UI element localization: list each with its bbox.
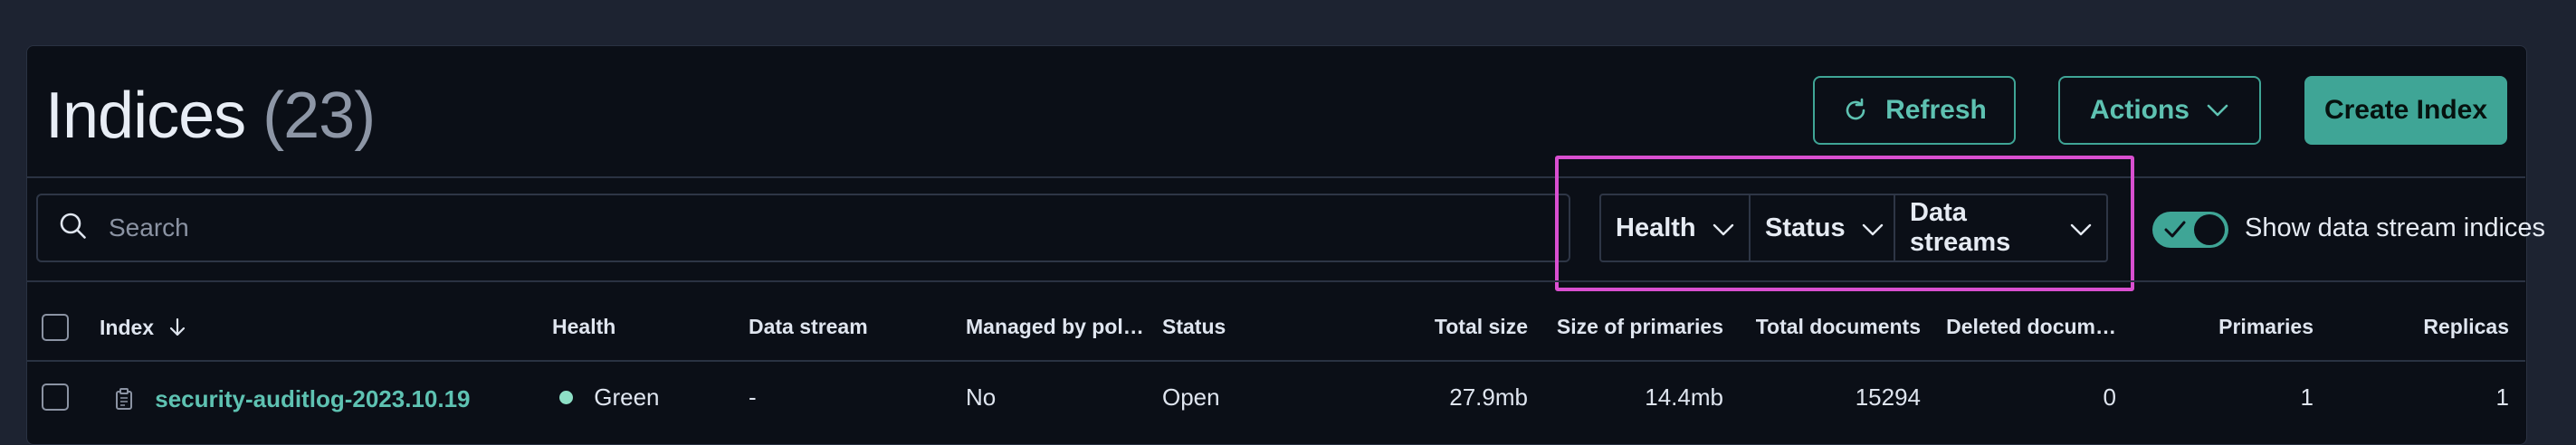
page-title: Indices (23)	[45, 80, 376, 152]
column-header-index[interactable]: Index	[100, 315, 186, 340]
index-name-link[interactable]: security-auditlog-2023.10.19	[155, 385, 470, 412]
column-header-total-documents[interactable]: Total documents	[1738, 315, 1921, 339]
primaries-cell: 1	[2300, 383, 2314, 411]
data-stream-cell: -	[749, 383, 757, 411]
column-header-primaries[interactable]: Primaries	[2132, 315, 2314, 339]
column-header-status[interactable]: Status	[1162, 315, 1226, 339]
deleted-documents-cell: 0	[2103, 383, 2116, 411]
refresh-button[interactable]: Refresh	[1813, 76, 2016, 145]
data-stream-toggle[interactable]	[2152, 212, 2228, 248]
status-cell: Open	[1162, 383, 1220, 411]
page-title-text: Indices	[45, 80, 246, 152]
refresh-label: Refresh	[1885, 95, 1987, 125]
refresh-icon	[1842, 97, 1869, 124]
divider	[26, 280, 2525, 282]
column-header-data-stream[interactable]: Data stream	[749, 315, 868, 339]
health-value: Green	[594, 383, 660, 411]
table-row: security-auditlog-2023.10.19	[114, 383, 471, 413]
column-header-total-size[interactable]: Total size	[1376, 315, 1528, 339]
toggle-knob	[2194, 214, 2225, 245]
total-documents-cell: 15294	[1855, 383, 1921, 411]
toggle-label: Show data stream indices	[2245, 213, 2546, 242]
divider	[26, 176, 2525, 178]
row-checkbox[interactable]	[42, 383, 69, 411]
total-size-cell: 27.9mb	[1449, 383, 1528, 411]
column-header-health[interactable]: Health	[552, 315, 615, 339]
search-placeholder: Search	[109, 213, 189, 241]
select-all-checkbox[interactable]	[42, 314, 69, 341]
create-index-button[interactable]: Create Index	[2304, 76, 2507, 145]
health-cell: Green	[559, 383, 660, 412]
column-header-managed[interactable]: Managed by pol…	[966, 315, 1144, 339]
divider	[26, 360, 2525, 362]
actions-button[interactable]: Actions	[2058, 76, 2261, 145]
index-count: (23)	[262, 80, 376, 152]
search-icon	[58, 211, 89, 246]
column-header-deleted-documents[interactable]: Deleted docum…	[1933, 315, 2116, 339]
document-icon	[114, 388, 140, 416]
search-input[interactable]: Search	[36, 194, 1570, 262]
column-header-size-of-primaries[interactable]: Size of primaries	[1544, 315, 1723, 339]
index-header-label: Index	[100, 316, 155, 339]
replicas-cell: 1	[2495, 383, 2509, 411]
actions-label: Actions	[2089, 95, 2190, 125]
column-header-replicas[interactable]: Replicas	[2330, 315, 2509, 339]
managed-cell: No	[966, 383, 997, 411]
chevron-down-icon	[2206, 103, 2229, 118]
size-of-primaries-cell: 14.4mb	[1645, 383, 1723, 411]
health-status-dot	[559, 390, 573, 404]
arrow-down-icon	[168, 317, 186, 342]
create-index-label: Create Index	[2323, 95, 2488, 125]
filter-highlight-box	[1555, 156, 2134, 291]
